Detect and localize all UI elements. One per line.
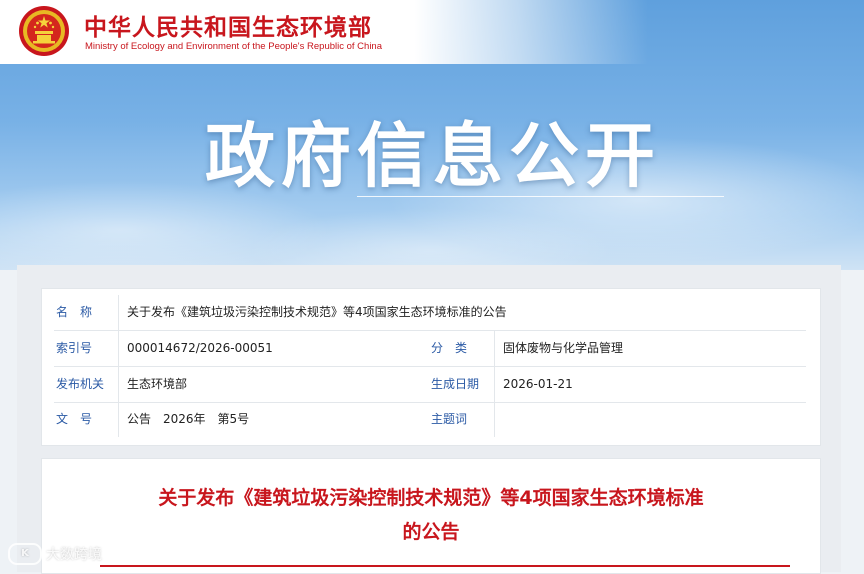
name-label: 名 称 xyxy=(56,305,93,319)
issuer-label: 发布机关 xyxy=(56,377,105,391)
issuer-value: 生态环境部 xyxy=(127,377,188,391)
hero-banner: 中华人民共和国生态环境部 Ministry of Ecology and Env… xyxy=(0,0,864,270)
category-value: 固体废物与化学品管理 xyxy=(503,341,624,355)
national-emblem-icon[interactable] xyxy=(18,4,70,58)
date-label: 生成日期 xyxy=(431,377,480,391)
info-row-issuer: 发布机关 生态环境部 生成日期 2026-01-21 xyxy=(54,367,806,403)
column-divider xyxy=(118,295,119,330)
watermark-text: 大数跨境 xyxy=(46,547,102,563)
column-divider xyxy=(494,331,495,366)
article-card: 关于发布《建筑垃圾污染控制技术规范》等4项国家生态环境标准 的公告 xyxy=(41,458,821,574)
column-divider xyxy=(494,367,495,402)
subject-label: 主题词 xyxy=(431,412,468,426)
watermark: K 大数跨境 xyxy=(8,543,102,565)
site-title[interactable]: 中华人民共和国生态环境部 xyxy=(84,8,372,42)
date-value: 2026-01-21 xyxy=(503,377,573,391)
site-title-english[interactable]: Ministry of Ecology and Environment of t… xyxy=(85,41,382,52)
article-title: 关于发布《建筑垃圾污染控制技术规范》等4项国家生态环境标准 的公告 xyxy=(42,481,820,549)
article-title-line1: 关于发布《建筑垃圾污染控制技术规范》等4项国家生态环境标准 xyxy=(158,487,704,509)
index-value: 000014672/2026-00051 xyxy=(127,341,273,355)
docno-value: 公告 2026年 第5号 xyxy=(127,412,250,426)
info-row-name: 名 称 关于发布《建筑垃圾污染控制技术规范》等4项国家生态环境标准的公告 xyxy=(54,295,806,331)
column-divider xyxy=(494,402,495,437)
column-divider xyxy=(118,402,119,437)
article-title-line2: 的公告 xyxy=(402,521,460,543)
docno-label: 文 号 xyxy=(56,412,93,426)
index-label: 索引号 xyxy=(56,341,93,355)
hero-divider xyxy=(357,196,724,197)
column-divider xyxy=(118,331,119,366)
category-label: 分 类 xyxy=(431,341,468,355)
article-title-rule xyxy=(100,565,790,567)
info-row-docno: 文 号 公告 2026年 第5号 主题词 xyxy=(54,402,806,437)
main-content: 名 称 关于发布《建筑垃圾污染控制技术规范》等4项国家生态环境标准的公告 索引号… xyxy=(17,265,841,574)
info-row-index: 索引号 000014672/2026-00051 分 类 固体废物与化学品管理 xyxy=(54,331,806,367)
page-title: 政府信息公开 xyxy=(205,115,661,197)
document-info-table: 名 称 关于发布《建筑垃圾污染控制技术规范》等4项国家生态环境标准的公告 索引号… xyxy=(41,288,821,446)
column-divider xyxy=(118,367,119,402)
watermark-logo-icon: K xyxy=(8,543,42,565)
name-value: 关于发布《建筑垃圾污染控制技术规范》等4项国家生态环境标准的公告 xyxy=(127,305,507,319)
